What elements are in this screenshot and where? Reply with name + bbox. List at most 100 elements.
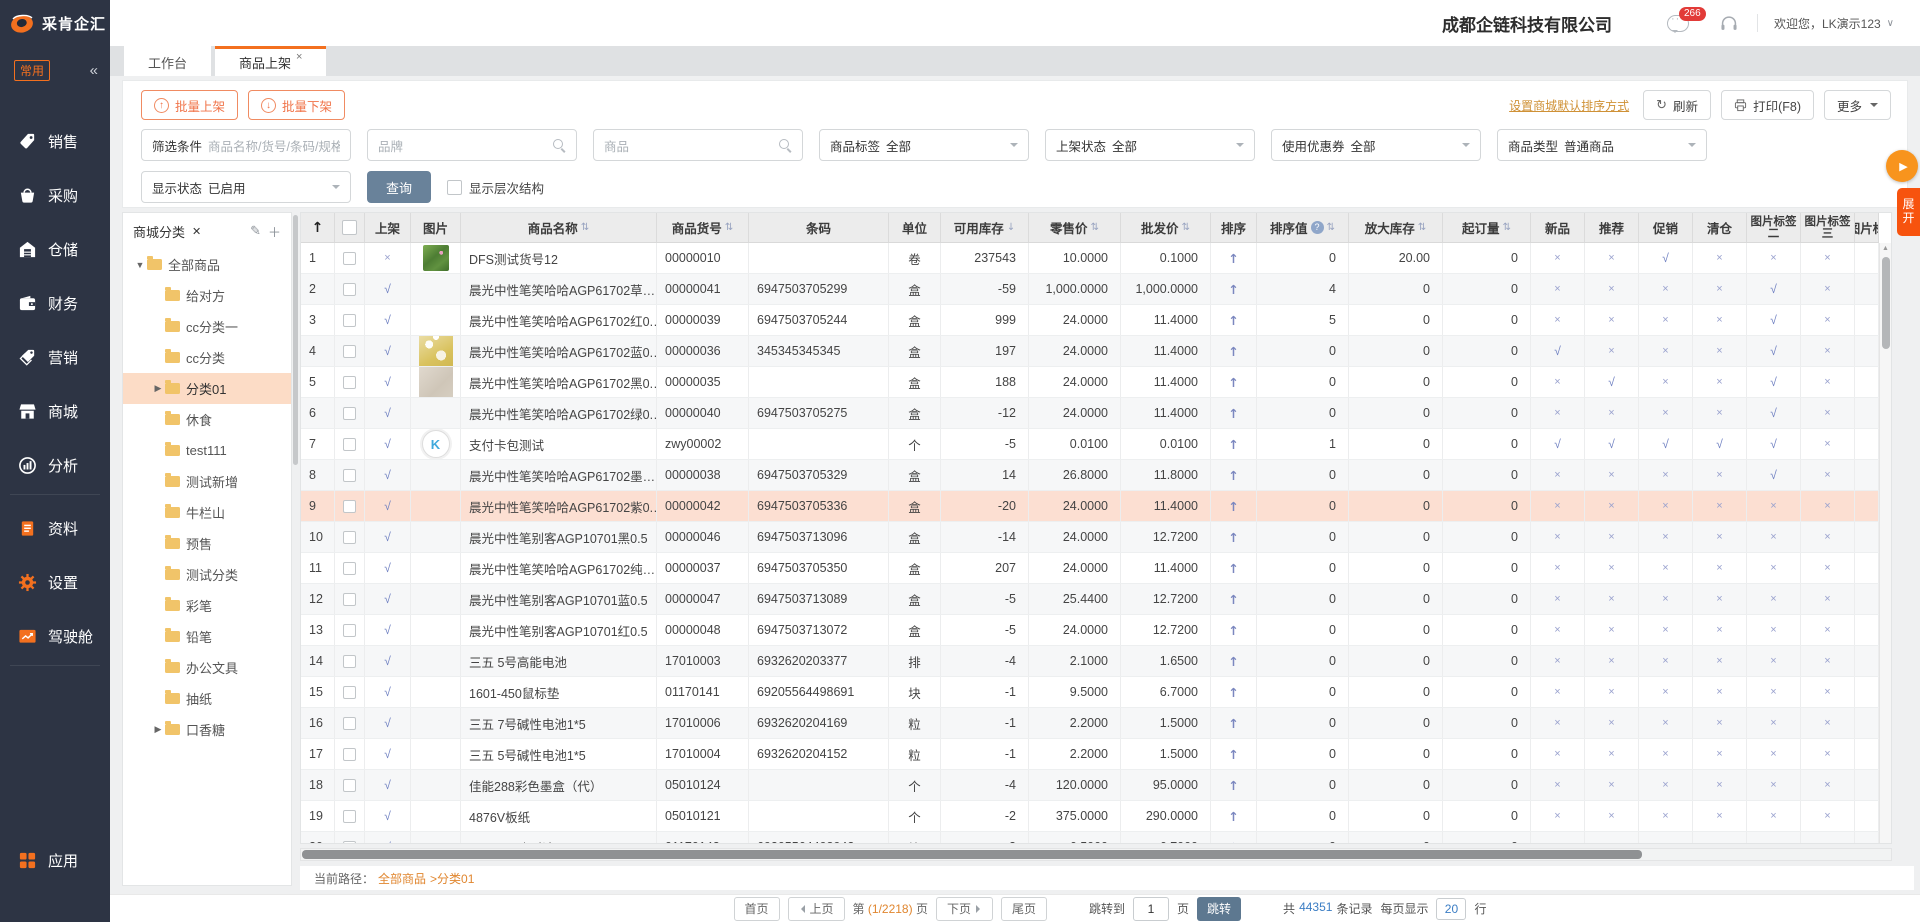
float-play-button[interactable]: ▶ bbox=[1886, 150, 1918, 182]
sort-up-icon[interactable]: ↑ bbox=[1228, 468, 1238, 483]
scrollbar-thumb[interactable] bbox=[1882, 257, 1890, 349]
sort-up-icon[interactable]: ↑ bbox=[1228, 809, 1238, 824]
favorites-badge[interactable]: 常用 bbox=[14, 60, 50, 81]
sort-up-icon[interactable]: ↑ bbox=[1228, 623, 1238, 638]
row-checkbox[interactable] bbox=[343, 748, 356, 761]
table-row-11[interactable]: 11√晨光中性笔笑哈哈AGP61702纯…0000003769475037053… bbox=[301, 553, 1879, 584]
column-header-product-name[interactable]: 商品名称⇅ bbox=[461, 213, 657, 242]
row-checkbox[interactable] bbox=[343, 376, 356, 389]
row-checkbox[interactable] bbox=[343, 314, 356, 327]
caret-right-icon[interactable]: ▶ bbox=[151, 383, 165, 394]
row-checkbox[interactable] bbox=[343, 500, 356, 513]
row-checkbox[interactable] bbox=[343, 686, 356, 699]
cell-sort[interactable]: ↑ bbox=[1211, 367, 1257, 397]
table-row-13[interactable]: 13√晨光中性笔别客AGP10701红0.5000000486947503713… bbox=[301, 615, 1879, 646]
cell-row-select[interactable] bbox=[335, 677, 365, 707]
cell-sort[interactable]: ↑ bbox=[1211, 584, 1257, 614]
user-menu-caret-icon[interactable]: ∨ bbox=[1887, 18, 1894, 29]
sort-up-icon[interactable]: ↑ bbox=[1228, 840, 1238, 845]
cell-row-select[interactable] bbox=[335, 739, 365, 769]
column-header-product-sku[interactable]: 商品货号⇅ bbox=[657, 213, 749, 242]
cell-sort[interactable]: ↑ bbox=[1211, 770, 1257, 800]
table-row-1[interactable]: 1×DFS测试货号1200000010卷23754310.00000.1000↑… bbox=[301, 243, 1879, 274]
messages-button[interactable]: 266 bbox=[1667, 15, 1689, 32]
column-header-wholesale-price[interactable]: 批发价⇅ bbox=[1121, 213, 1211, 242]
display-status-select[interactable]: 显示状态 已启用 bbox=[141, 171, 351, 203]
cell-sort[interactable]: ↑ bbox=[1211, 553, 1257, 583]
sort-up-icon[interactable]: ↑ bbox=[1228, 592, 1238, 607]
cell-sort[interactable]: ↑ bbox=[1211, 739, 1257, 769]
sidebar-item-purchase[interactable]: 采购 bbox=[0, 168, 110, 222]
sidebar-item-dashboard[interactable]: 驾驶舱 bbox=[0, 609, 110, 663]
tree-item-11[interactable]: 彩笔 bbox=[123, 590, 291, 621]
cell-row-select[interactable] bbox=[335, 243, 365, 273]
row-checkbox[interactable] bbox=[343, 531, 356, 544]
cell-sort[interactable]: ↑ bbox=[1211, 429, 1257, 459]
tree-item-0[interactable]: ▼全部商品 bbox=[123, 249, 291, 280]
table-row-14[interactable]: 14√三五 5号高能电池170100036932620203377排-42.10… bbox=[301, 646, 1879, 677]
tree-item-8[interactable]: 牛栏山 bbox=[123, 497, 291, 528]
sort-up-icon[interactable]: ↑ bbox=[1228, 437, 1238, 452]
scrollbar-thumb[interactable] bbox=[302, 850, 1642, 859]
sort-up-icon[interactable]: ↑ bbox=[1228, 530, 1238, 545]
scroll-top-icon[interactable]: ↑ bbox=[312, 220, 324, 236]
table-row-20[interactable]: 20√1601-605钉书机0117014269205564498942块-26… bbox=[301, 832, 1879, 844]
sort-up-icon[interactable]: ↑ bbox=[1228, 561, 1238, 576]
tree-item-7[interactable]: 测试新增 bbox=[123, 466, 291, 497]
tab-product-listing[interactable]: 商品上架× bbox=[215, 46, 326, 76]
tree-item-6[interactable]: test111 bbox=[123, 435, 291, 466]
sidebar-item-sales[interactable]: 销售 bbox=[0, 114, 110, 168]
cell-row-select[interactable] bbox=[335, 832, 365, 844]
cell-row-select[interactable] bbox=[335, 615, 365, 645]
filter-coupon[interactable]: 使用优惠券全部 bbox=[1271, 129, 1481, 161]
tree-item-12[interactable]: 铅笔 bbox=[123, 621, 291, 652]
sort-up-icon[interactable]: ↑ bbox=[1228, 716, 1238, 731]
expand-tab[interactable]: 展开 bbox=[1897, 188, 1920, 236]
next-page-button[interactable]: 下页 bbox=[936, 897, 993, 921]
filter-product-tag[interactable]: 商品标签全部 bbox=[819, 129, 1029, 161]
row-checkbox[interactable] bbox=[343, 407, 356, 420]
cell-row-select[interactable] bbox=[335, 801, 365, 831]
sidebar-item-analysis[interactable]: 分析 bbox=[0, 438, 110, 492]
cell-sort[interactable]: ↑ bbox=[1211, 336, 1257, 366]
scrollbar-thumb[interactable] bbox=[293, 215, 298, 465]
cell-row-select[interactable] bbox=[335, 522, 365, 552]
column-header-amplified-stock[interactable]: 放大库存⇅ bbox=[1349, 213, 1443, 242]
query-button[interactable]: 查询 bbox=[367, 171, 431, 203]
sort-up-icon[interactable]: ↑ bbox=[1228, 375, 1238, 390]
sidebar-item-settings[interactable]: 设置 bbox=[0, 555, 110, 609]
sidebar-item-data[interactable]: 资料 bbox=[0, 501, 110, 555]
cell-row-select[interactable] bbox=[335, 646, 365, 676]
cell-row-select[interactable] bbox=[335, 367, 365, 397]
select-all-checkbox[interactable] bbox=[342, 220, 357, 235]
sort-up-icon[interactable]: ↑ bbox=[1228, 778, 1238, 793]
cell-sort[interactable]: ↑ bbox=[1211, 646, 1257, 676]
row-checkbox[interactable] bbox=[343, 717, 356, 730]
cell-sort[interactable]: ↑ bbox=[1211, 677, 1257, 707]
cell-row-select[interactable] bbox=[335, 584, 365, 614]
sidebar-item-finance[interactable]: 财务 bbox=[0, 276, 110, 330]
cell-row-select[interactable] bbox=[335, 491, 365, 521]
row-checkbox[interactable] bbox=[343, 438, 356, 451]
cell-sort[interactable]: ↑ bbox=[1211, 801, 1257, 831]
tree-item-10[interactable]: 测试分类 bbox=[123, 559, 291, 590]
tree-item-1[interactable]: 给对方 bbox=[123, 280, 291, 311]
cell-sort[interactable]: ↑ bbox=[1211, 243, 1257, 273]
last-page-button[interactable]: 尾页 bbox=[1001, 897, 1047, 921]
clear-category-icon[interactable]: ✕ bbox=[192, 225, 201, 238]
add-category-icon[interactable]: ＋ bbox=[268, 222, 281, 241]
sidebar-item-warehouse[interactable]: 仓储 bbox=[0, 222, 110, 276]
jump-button[interactable]: 跳转 bbox=[1197, 897, 1241, 921]
jump-page-input[interactable] bbox=[1133, 897, 1169, 921]
cell-sort[interactable]: ↑ bbox=[1211, 708, 1257, 738]
cell-row-select[interactable] bbox=[335, 274, 365, 304]
column-header-available-stock[interactable]: 可用库存↓ bbox=[941, 213, 1029, 242]
table-row-3[interactable]: 3√晨光中性笔笑哈哈AGP61702红0.…000000396947503705… bbox=[301, 305, 1879, 336]
sort-up-icon[interactable]: ↑ bbox=[1228, 251, 1238, 266]
row-checkbox[interactable] bbox=[343, 779, 356, 792]
cell-row-select[interactable] bbox=[335, 429, 365, 459]
table-row-4[interactable]: 4√晨光中性笔笑哈哈AGP61702蓝0.…000000363453453453… bbox=[301, 336, 1879, 367]
row-checkbox[interactable] bbox=[343, 252, 356, 265]
row-checkbox[interactable] bbox=[343, 624, 356, 637]
table-row-8[interactable]: 8√晨光中性笔笑哈哈AGP61702墨…00000038694750370532… bbox=[301, 460, 1879, 491]
